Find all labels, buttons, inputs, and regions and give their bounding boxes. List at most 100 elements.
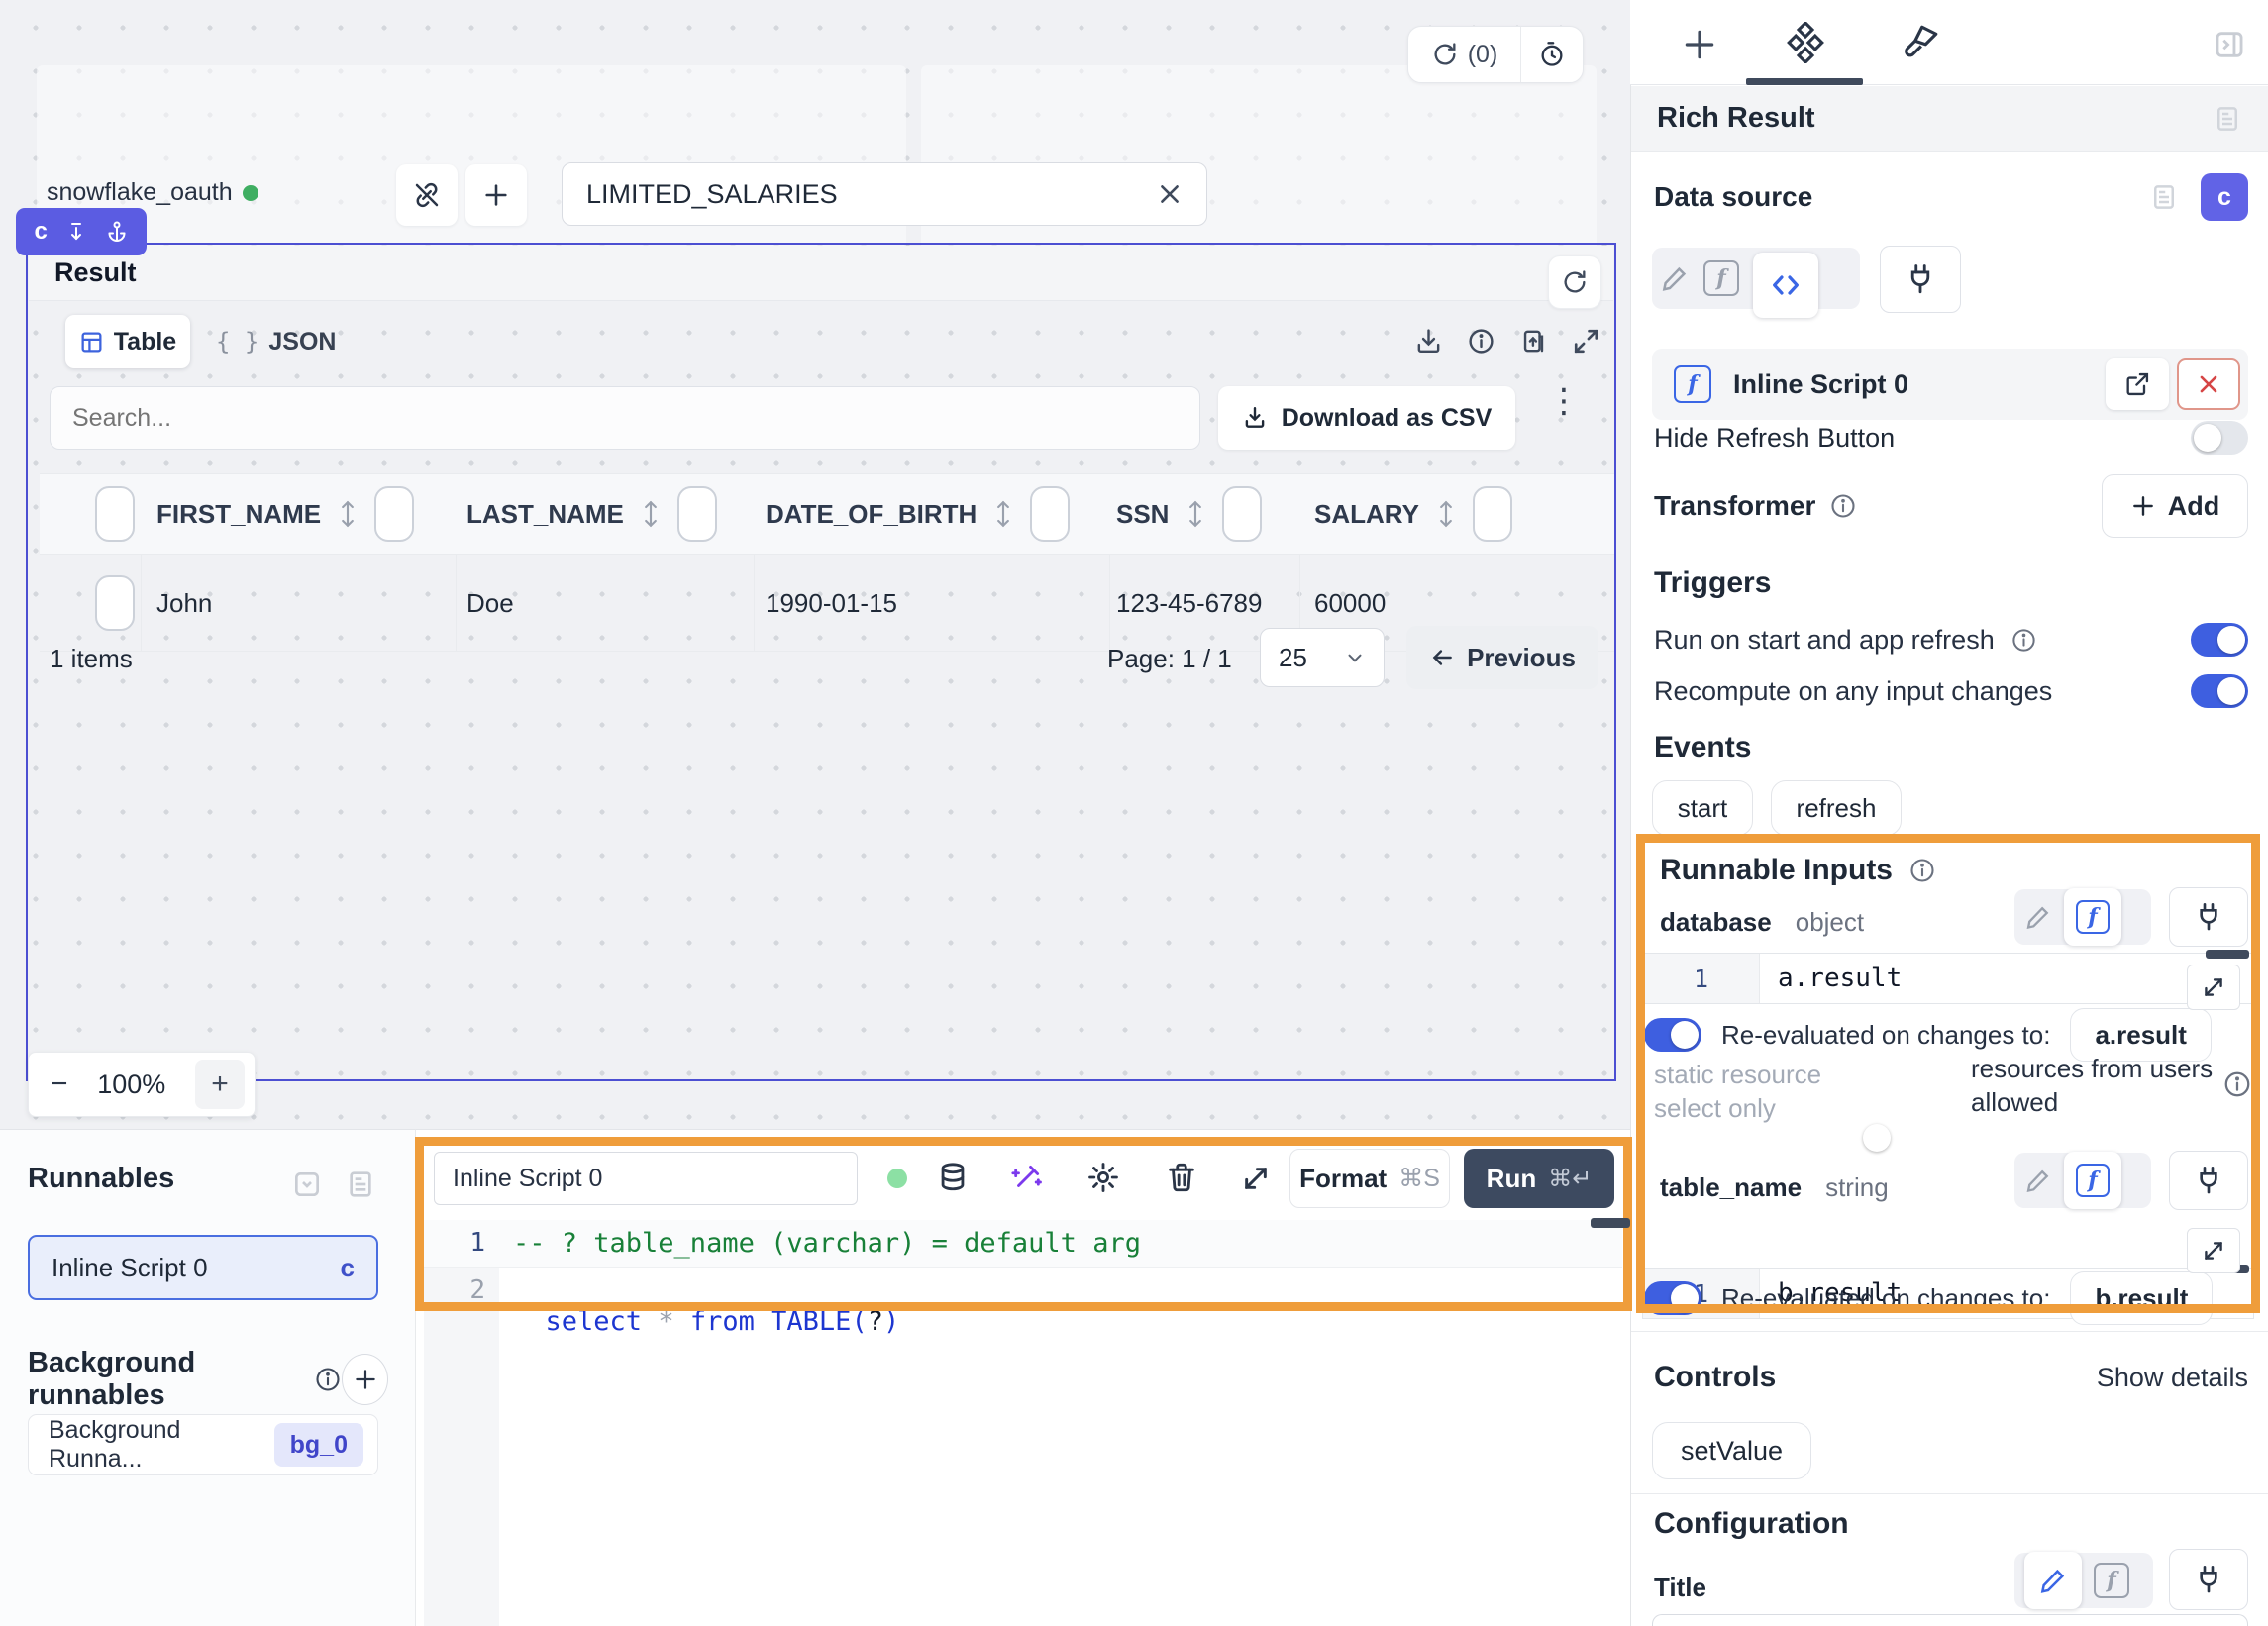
section-divider — [1631, 1331, 2268, 1332]
fx-mode-icon[interactable]: f — [2094, 1563, 2129, 1598]
title-value-input[interactable] — [1652, 1614, 2248, 1626]
ref-label: a.result — [2095, 1020, 2187, 1051]
download-icon[interactable] — [1414, 327, 1443, 356]
add-transformer-button[interactable]: Add — [2102, 474, 2248, 538]
tab-table[interactable]: Table — [65, 315, 190, 368]
code-line-2[interactable]: select * from TABLE(?) — [513, 1275, 899, 1337]
sort-icon[interactable] — [992, 499, 1014, 529]
fx-mode-icon[interactable]: f — [1703, 260, 1739, 296]
sort-icon[interactable] — [1185, 499, 1206, 529]
database-expand-button[interactable] — [2187, 965, 2240, 1010]
column-label: LAST_NAME — [466, 499, 624, 530]
event-refresh-button[interactable]: refresh — [1771, 780, 1902, 836]
move-down-icon[interactable] — [64, 220, 88, 244]
static-edit-chip-active[interactable] — [2024, 1552, 2082, 1609]
editor-scrollbar-thumb[interactable] — [1591, 1218, 1630, 1228]
connect-plug-button[interactable] — [2169, 1151, 2248, 1210]
column-filter-toggle[interactable] — [1473, 486, 1512, 542]
database-value[interactable]: a.result — [1760, 954, 2253, 1003]
format-button[interactable]: Format ⌘S — [1289, 1149, 1450, 1208]
column-header-date-of-birth[interactable]: DATE_OF_BIRTH — [766, 487, 1070, 541]
row-checkbox[interactable] — [95, 575, 135, 631]
collapse-inspector-icon[interactable] — [2213, 28, 2246, 61]
resources-from-users-label: resources from users allowed — [1971, 1052, 2213, 1119]
column-filter-toggle[interactable] — [1030, 486, 1070, 542]
static-edit-icon[interactable] — [2024, 1167, 2052, 1194]
add-component-tab[interactable] — [1681, 26, 1718, 63]
recompute-toggle[interactable] — [2191, 674, 2248, 708]
run-on-start-toggle[interactable] — [2191, 623, 2248, 657]
setvalue-control-button[interactable]: setValue — [1652, 1422, 1811, 1479]
remove-script-button[interactable] — [2177, 358, 2240, 410]
doc-icon[interactable] — [2149, 182, 2179, 212]
column-filter-toggle[interactable] — [374, 486, 414, 542]
event-start-button[interactable]: start — [1652, 780, 1753, 836]
sort-icon[interactable] — [337, 499, 359, 529]
refresh-queries-button[interactable]: (0) — [1408, 27, 1520, 82]
widget-refresh-button[interactable] — [1548, 255, 1601, 309]
expand-editor-icon[interactable] — [1240, 1163, 1272, 1194]
connect-plug-button[interactable] — [2169, 887, 2248, 947]
database-reeval-toggle[interactable] — [1644, 1018, 1701, 1052]
add-query-button[interactable] — [465, 164, 527, 226]
column-header-last-name[interactable]: LAST_NAME — [466, 487, 717, 541]
tab-json-label: JSON — [268, 328, 336, 356]
list-panel-icon[interactable] — [345, 1169, 376, 1200]
copy-export-icon[interactable] — [1519, 327, 1548, 356]
zoom-out-button[interactable]: − — [51, 1067, 68, 1101]
zoom-in-button[interactable]: + — [195, 1060, 245, 1109]
table-name-reeval-toggle[interactable] — [1644, 1281, 1701, 1315]
download-csv-button[interactable]: Download as CSV — [1218, 386, 1515, 450]
setvalue-label: setValue — [1681, 1436, 1783, 1467]
column-filter-toggle[interactable] — [677, 486, 717, 542]
query-input[interactable] — [586, 179, 1101, 210]
select-all-checkbox[interactable] — [95, 486, 135, 542]
component-name[interactable]: snowflake_oauth — [47, 178, 233, 207]
table-name-reeval-ref[interactable]: b.result — [2070, 1271, 2213, 1325]
static-edit-icon[interactable] — [1660, 263, 1690, 293]
add-background-runnable-button[interactable] — [342, 1354, 388, 1405]
run-button[interactable]: Run ⌘↵ — [1464, 1149, 1614, 1208]
open-script-button[interactable] — [2106, 358, 2169, 410]
connect-plug-button[interactable] — [1880, 246, 1961, 313]
sort-icon[interactable] — [1435, 499, 1457, 529]
ai-magic-icon[interactable] — [1010, 1161, 1044, 1194]
page-size-select[interactable]: 25 — [1260, 628, 1385, 687]
show-details-link[interactable]: Show details — [2097, 1363, 2248, 1393]
styles-tab[interactable] — [1900, 22, 1941, 63]
doc-icon[interactable] — [2213, 104, 2242, 134]
previous-page-button[interactable]: Previous — [1406, 626, 1598, 689]
collapse-panel-icon[interactable] — [291, 1169, 323, 1200]
settings-gear-icon[interactable] — [1086, 1161, 1120, 1194]
database-input-label-row: database object — [1660, 907, 1864, 938]
anchor-icon[interactable] — [105, 220, 129, 244]
info-icon[interactable] — [1467, 327, 1495, 356]
script-name-input[interactable] — [453, 1165, 839, 1193]
connect-plug-button[interactable] — [2169, 1549, 2248, 1610]
background-runnable-item[interactable]: Background Runna... bg_0 — [28, 1414, 378, 1475]
column-header-ssn[interactable]: SSN — [1116, 487, 1262, 541]
table-name-expand-button[interactable] — [2187, 1228, 2240, 1273]
runnable-item-inline-script-0[interactable]: Inline Script 0 c — [28, 1235, 378, 1300]
database-icon[interactable] — [936, 1161, 970, 1194]
table-search-input[interactable] — [72, 404, 1178, 433]
delete-trash-icon[interactable] — [1165, 1161, 1198, 1194]
mini-scrollbar-thumb[interactable] — [2206, 950, 2249, 959]
unlink-button[interactable] — [396, 164, 458, 226]
column-filter-toggle[interactable] — [1222, 486, 1262, 542]
components-tab[interactable] — [1785, 22, 1826, 63]
sort-icon[interactable] — [640, 499, 662, 529]
column-header-first-name[interactable]: FIRST_NAME — [156, 487, 414, 541]
column-header-salary[interactable]: SALARY — [1314, 487, 1512, 541]
expand-icon[interactable] — [1572, 327, 1600, 356]
tab-json[interactable]: { } JSON — [204, 315, 348, 368]
fx-mode-chip-active[interactable]: f — [2064, 888, 2121, 946]
clear-query-icon[interactable] — [1157, 181, 1183, 207]
database-value-editor[interactable]: 1 a.result — [1642, 953, 2254, 1004]
code-mode-chip-active[interactable] — [1753, 253, 1818, 318]
table-kebab-menu[interactable]: ⋮ — [1547, 392, 1577, 410]
fx-mode-chip-active[interactable]: f — [2064, 1152, 2121, 1209]
hide-refresh-toggle[interactable] — [2191, 421, 2248, 455]
static-edit-icon[interactable] — [2024, 903, 2052, 931]
history-button[interactable] — [1521, 27, 1583, 82]
